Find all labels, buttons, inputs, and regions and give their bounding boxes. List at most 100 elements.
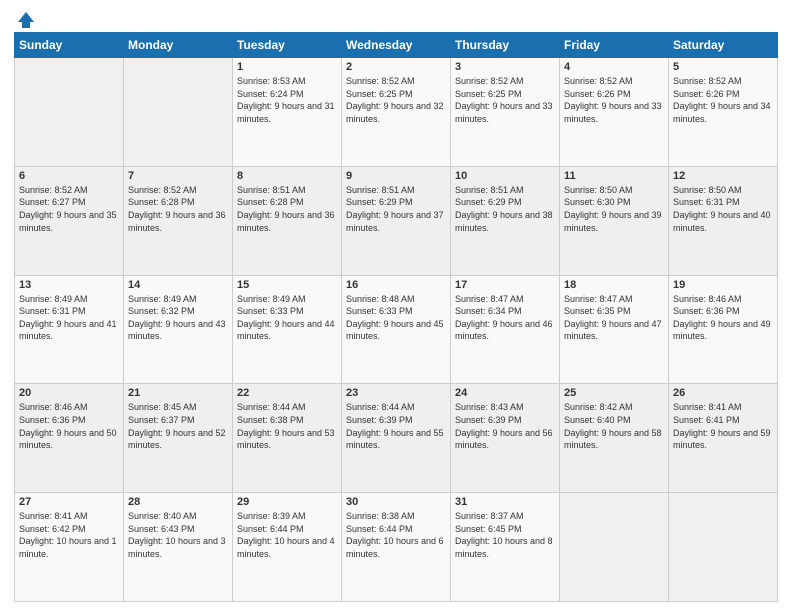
day-info: Sunrise: 8:52 AM Sunset: 6:26 PM Dayligh… <box>564 75 664 125</box>
day-info: Sunrise: 8:53 AM Sunset: 6:24 PM Dayligh… <box>237 75 337 125</box>
day-number: 28 <box>128 496 228 508</box>
day-number: 6 <box>19 170 119 182</box>
calendar-cell: 31 Sunrise: 8:37 AM Sunset: 6:45 PM Dayli… <box>451 493 560 602</box>
day-info: Sunrise: 8:46 AM Sunset: 6:36 PM Dayligh… <box>673 293 773 343</box>
day-info: Sunrise: 8:44 AM Sunset: 6:39 PM Dayligh… <box>346 401 446 451</box>
day-info: Sunrise: 8:41 AM Sunset: 6:41 PM Dayligh… <box>673 401 773 451</box>
calendar-cell: 16 Sunrise: 8:48 AM Sunset: 6:33 PM Dayli… <box>342 275 451 384</box>
calendar-cell: 30Sunrise: 8:38 AM Sunset: 6:44 PM Dayli… <box>342 493 451 602</box>
calendar-cell: 20 Sunrise: 8:46 AM Sunset: 6:36 PM Dayli… <box>15 384 124 493</box>
calendar-cell: 24Sunrise: 8:43 AM Sunset: 6:39 PM Dayli… <box>451 384 560 493</box>
calendar-cell: 9 Sunrise: 8:51 AM Sunset: 6:29 PM Daylig… <box>342 166 451 275</box>
weekday-header-saturday: Saturday <box>669 33 778 58</box>
day-number: 13 <box>19 279 119 291</box>
day-info: Sunrise: 8:37 AM Sunset: 6:45 PM Dayligh… <box>455 510 555 560</box>
weekday-header-monday: Monday <box>124 33 233 58</box>
calendar-cell: 26 Sunrise: 8:41 AM Sunset: 6:41 PM Dayli… <box>669 384 778 493</box>
day-number: 5 <box>673 61 773 73</box>
weekday-header-tuesday: Tuesday <box>233 33 342 58</box>
calendar-cell: 28 Sunrise: 8:40 AM Sunset: 6:43 PM Dayli… <box>124 493 233 602</box>
calendar-cell: 14 Sunrise: 8:49 AM Sunset: 6:32 PM Dayli… <box>124 275 233 384</box>
day-number: 16 <box>346 279 446 291</box>
day-info: Sunrise: 8:46 AM Sunset: 6:36 PM Dayligh… <box>19 401 119 451</box>
logo-icon <box>16 10 36 30</box>
calendar-cell: 29 Sunrise: 8:39 AM Sunset: 6:44 PM Dayli… <box>233 493 342 602</box>
weekday-header-wednesday: Wednesday <box>342 33 451 58</box>
day-info: Sunrise: 8:47 AM Sunset: 6:35 PM Dayligh… <box>564 293 664 343</box>
calendar-cell: 23 Sunrise: 8:44 AM Sunset: 6:39 PM Dayli… <box>342 384 451 493</box>
day-info: Sunrise: 8:49 AM Sunset: 6:33 PM Dayligh… <box>237 293 337 343</box>
calendar-cell: 18 Sunrise: 8:47 AM Sunset: 6:35 PM Dayli… <box>560 275 669 384</box>
day-number: 9 <box>346 170 446 182</box>
calendar-cell: 19 Sunrise: 8:46 AM Sunset: 6:36 PM Dayli… <box>669 275 778 384</box>
calendar-cell: 25 Sunrise: 8:42 AM Sunset: 6:40 PM Dayli… <box>560 384 669 493</box>
calendar-cell: 21 Sunrise: 8:45 AM Sunset: 6:37 PM Dayli… <box>124 384 233 493</box>
calendar: SundayMondayTuesdayWednesdayThursdayFrid… <box>14 32 778 602</box>
day-info: Sunrise: 8:41 AM Sunset: 6:42 PM Dayligh… <box>19 510 119 560</box>
day-number: 10 <box>455 170 555 182</box>
calendar-cell <box>15 58 124 167</box>
weekday-header-friday: Friday <box>560 33 669 58</box>
day-number: 23 <box>346 387 446 399</box>
day-info: Sunrise: 8:52 AM Sunset: 6:28 PM Dayligh… <box>128 184 228 234</box>
day-info: Sunrise: 8:39 AM Sunset: 6:44 PM Dayligh… <box>237 510 337 560</box>
day-info: Sunrise: 8:40 AM Sunset: 6:43 PM Dayligh… <box>128 510 228 560</box>
calendar-cell: 2 Sunrise: 8:52 AM Sunset: 6:25 PM Daylig… <box>342 58 451 167</box>
day-number: 12 <box>673 170 773 182</box>
day-number: 14 <box>128 279 228 291</box>
day-info: Sunrise: 8:51 AM Sunset: 6:28 PM Dayligh… <box>237 184 337 234</box>
day-number: 11 <box>564 170 664 182</box>
day-number: 15 <box>237 279 337 291</box>
day-number: 21 <box>128 387 228 399</box>
day-number: 18 <box>564 279 664 291</box>
day-info: Sunrise: 8:48 AM Sunset: 6:33 PM Dayligh… <box>346 293 446 343</box>
header <box>14 10 778 26</box>
day-number: 8 <box>237 170 337 182</box>
calendar-cell: 11 Sunrise: 8:50 AM Sunset: 6:30 PM Dayli… <box>560 166 669 275</box>
calendar-cell <box>560 493 669 602</box>
calendar-cell: 12 Sunrise: 8:50 AM Sunset: 6:31 PM Dayli… <box>669 166 778 275</box>
day-number: 4 <box>564 61 664 73</box>
day-number: 1 <box>237 61 337 73</box>
calendar-cell: 27Sunrise: 8:41 AM Sunset: 6:42 PM Dayli… <box>15 493 124 602</box>
day-info: Sunrise: 8:51 AM Sunset: 6:29 PM Dayligh… <box>346 184 446 234</box>
calendar-cell: 7 Sunrise: 8:52 AM Sunset: 6:28 PM Daylig… <box>124 166 233 275</box>
day-number: 26 <box>673 387 773 399</box>
calendar-cell: 3Sunrise: 8:52 AM Sunset: 6:25 PM Daylig… <box>451 58 560 167</box>
day-info: Sunrise: 8:44 AM Sunset: 6:38 PM Dayligh… <box>237 401 337 451</box>
day-info: Sunrise: 8:42 AM Sunset: 6:40 PM Dayligh… <box>564 401 664 451</box>
day-number: 24 <box>455 387 555 399</box>
calendar-cell: 8 Sunrise: 8:51 AM Sunset: 6:28 PM Daylig… <box>233 166 342 275</box>
calendar-cell: 4 Sunrise: 8:52 AM Sunset: 6:26 PM Daylig… <box>560 58 669 167</box>
day-info: Sunrise: 8:52 AM Sunset: 6:25 PM Dayligh… <box>346 75 446 125</box>
day-info: Sunrise: 8:52 AM Sunset: 6:25 PM Dayligh… <box>455 75 555 125</box>
day-info: Sunrise: 8:49 AM Sunset: 6:31 PM Dayligh… <box>19 293 119 343</box>
day-number: 19 <box>673 279 773 291</box>
logo <box>14 10 36 26</box>
day-number: 22 <box>237 387 337 399</box>
day-info: Sunrise: 8:52 AM Sunset: 6:26 PM Dayligh… <box>673 75 773 125</box>
calendar-cell: 1 Sunrise: 8:53 AM Sunset: 6:24 PM Daylig… <box>233 58 342 167</box>
calendar-cell: 5 Sunrise: 8:52 AM Sunset: 6:26 PM Daylig… <box>669 58 778 167</box>
calendar-cell: 13 Sunrise: 8:49 AM Sunset: 6:31 PM Dayli… <box>15 275 124 384</box>
day-number: 31 <box>455 496 555 508</box>
calendar-cell: 17Sunrise: 8:47 AM Sunset: 6:34 PM Dayli… <box>451 275 560 384</box>
day-number: 20 <box>19 387 119 399</box>
day-info: Sunrise: 8:49 AM Sunset: 6:32 PM Dayligh… <box>128 293 228 343</box>
calendar-cell: 22 Sunrise: 8:44 AM Sunset: 6:38 PM Dayli… <box>233 384 342 493</box>
weekday-header-sunday: Sunday <box>15 33 124 58</box>
calendar-cell <box>669 493 778 602</box>
day-number: 29 <box>237 496 337 508</box>
calendar-cell: 6Sunrise: 8:52 AM Sunset: 6:27 PM Daylig… <box>15 166 124 275</box>
calendar-cell: 15 Sunrise: 8:49 AM Sunset: 6:33 PM Dayli… <box>233 275 342 384</box>
page: SundayMondayTuesdayWednesdayThursdayFrid… <box>0 0 792 612</box>
day-info: Sunrise: 8:50 AM Sunset: 6:31 PM Dayligh… <box>673 184 773 234</box>
day-number: 2 <box>346 61 446 73</box>
day-number: 17 <box>455 279 555 291</box>
day-number: 7 <box>128 170 228 182</box>
calendar-cell <box>124 58 233 167</box>
day-info: Sunrise: 8:45 AM Sunset: 6:37 PM Dayligh… <box>128 401 228 451</box>
day-info: Sunrise: 8:51 AM Sunset: 6:29 PM Dayligh… <box>455 184 555 234</box>
day-number: 25 <box>564 387 664 399</box>
day-info: Sunrise: 8:50 AM Sunset: 6:30 PM Dayligh… <box>564 184 664 234</box>
